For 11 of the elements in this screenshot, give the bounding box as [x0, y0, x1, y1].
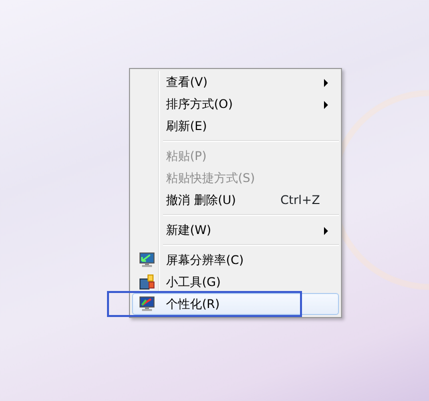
monitor-icon [139, 296, 155, 312]
menu-item[interactable]: 新建(W) [132, 219, 339, 241]
menu-item[interactable]: 查看(V) [132, 71, 339, 93]
menu-item[interactable]: 排序方式(O) [132, 93, 339, 115]
menu-item[interactable]: 小工具(G) [132, 271, 339, 293]
menu-item[interactable]: 个性化(R) [132, 293, 339, 315]
monitor-icon [139, 252, 155, 268]
menu-item[interactable]: 刷新(E) [132, 115, 339, 137]
gadgets-icon [139, 274, 155, 290]
menu-item[interactable]: 撤消 删除(U) Ctrl+Z [132, 189, 339, 211]
menu-item[interactable]: 屏幕分辨率(C) [132, 249, 339, 271]
